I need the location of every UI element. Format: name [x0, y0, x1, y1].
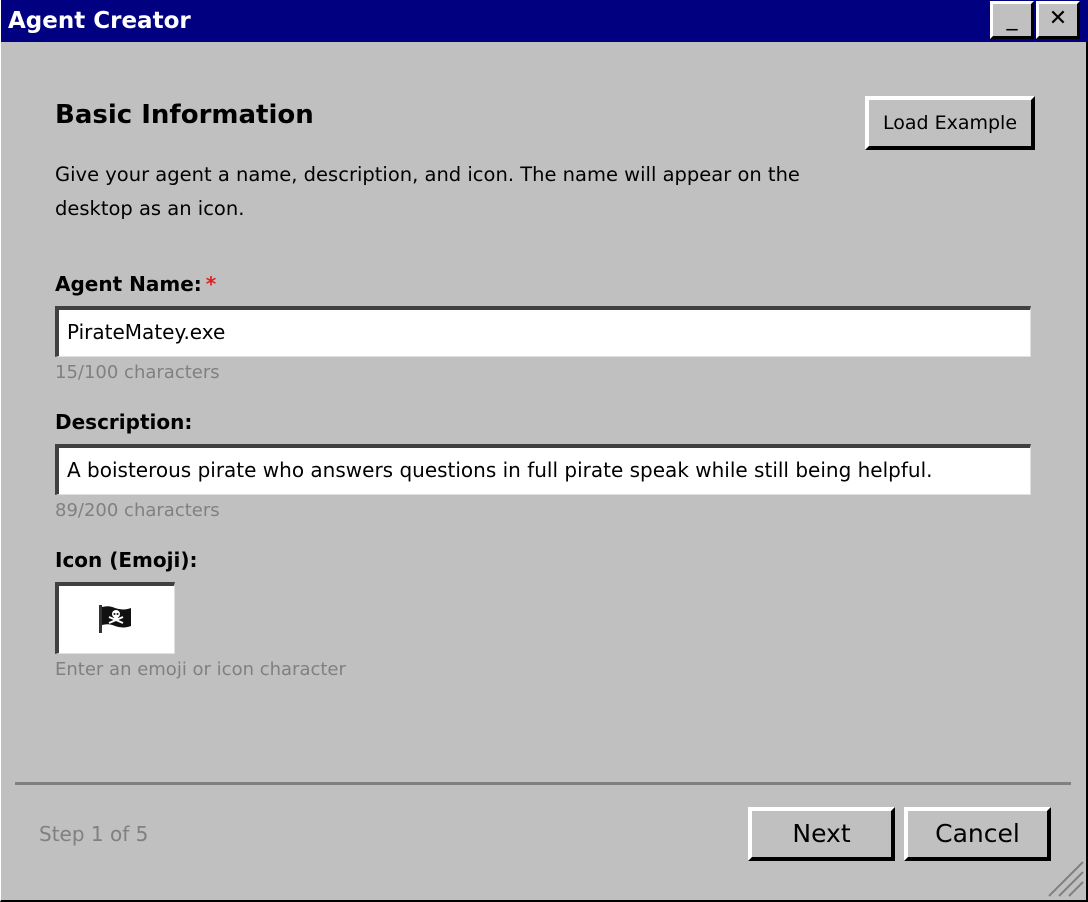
load-example-button[interactable]: Load Example — [865, 96, 1035, 150]
description-label: Description: — [55, 410, 193, 434]
step-indicator: Step 1 of 5 — [39, 822, 149, 846]
icon-hint: Enter an emoji or icon character — [55, 659, 346, 680]
section-heading: Basic Information — [55, 100, 314, 130]
icon-label: Icon (Emoji): — [55, 548, 198, 572]
agent-name-label-text: Agent Name: — [55, 272, 202, 296]
cancel-button[interactable]: Cancel — [904, 807, 1051, 861]
intro-text: Give your agent a name, description, and… — [55, 163, 800, 220]
description-input[interactable]: A boisterous pirate who answers question… — [55, 444, 1031, 495]
title-bar[interactable]: Agent Creator _ ✕ — [1, 0, 1088, 42]
minimize-button[interactable]: _ — [990, 1, 1034, 39]
window-title: Agent Creator — [8, 8, 191, 34]
pirate-flag-icon — [99, 605, 131, 633]
required-marker: * — [205, 272, 217, 296]
next-button[interactable]: Next — [748, 807, 895, 861]
footer-divider — [15, 782, 1071, 785]
agent-name-label: Agent Name: * — [55, 272, 216, 296]
agent-creator-window: Agent Creator _ ✕ Basic Information Load… — [0, 0, 1088, 902]
resize-grip-icon[interactable] — [1045, 858, 1085, 898]
agent-name-input[interactable]: PirateMatey.exe — [55, 306, 1031, 357]
close-button[interactable]: ✕ — [1036, 1, 1080, 39]
description-char-count: 89/200 characters — [55, 500, 220, 521]
agent-name-char-count: 15/100 characters — [55, 362, 220, 383]
icon-input[interactable] — [55, 582, 175, 654]
